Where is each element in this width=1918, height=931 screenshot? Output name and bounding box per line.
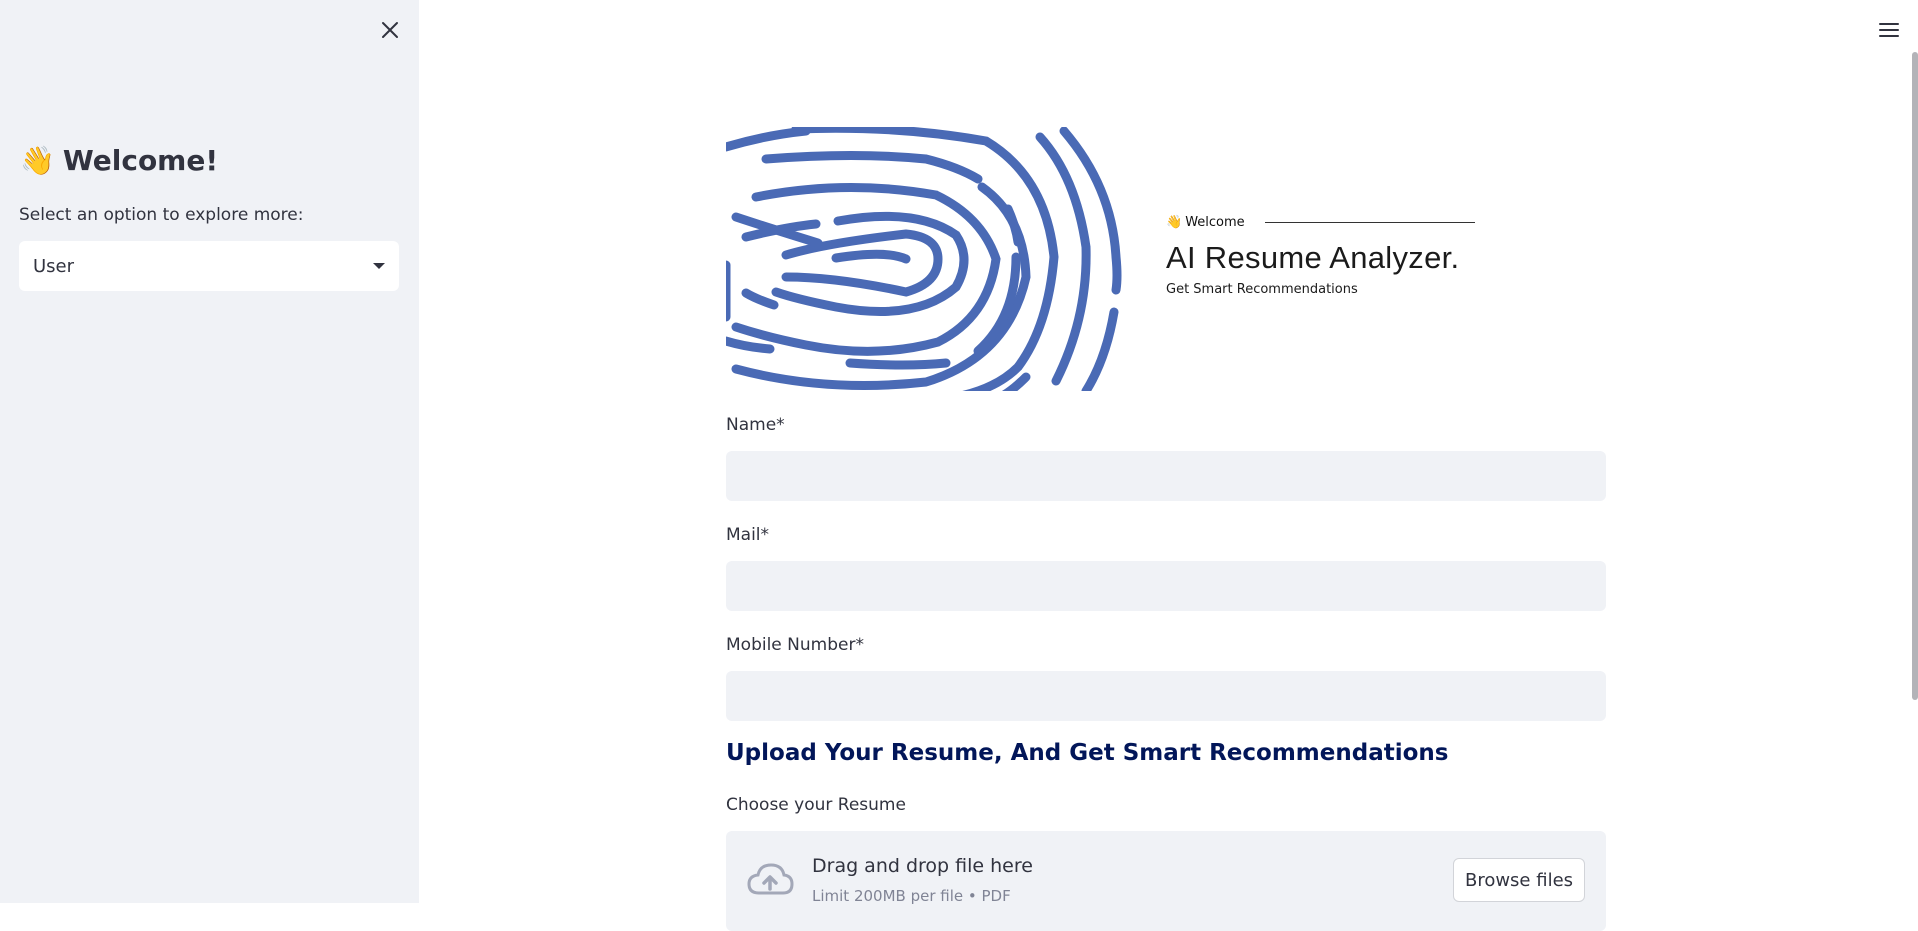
hamburger-icon-bar bbox=[1879, 29, 1899, 31]
fingerprint-icon bbox=[726, 127, 1122, 391]
waving-hand-icon: 👋 bbox=[1166, 215, 1183, 230]
mobile-number-input[interactable] bbox=[726, 671, 1606, 721]
banner-image: 👋 Welcome AI Resume Analyzer. Get Smart … bbox=[726, 127, 1606, 391]
file-dropzone[interactable]: Drag and drop file here Limit 200MB per … bbox=[726, 831, 1606, 931]
upload-heading: Upload Your Resume, And Get Smart Recomm… bbox=[726, 740, 1449, 766]
hamburger-icon-bar bbox=[1879, 35, 1899, 37]
close-sidebar-button[interactable] bbox=[376, 16, 404, 44]
cloud-upload-icon bbox=[747, 863, 794, 895]
sidebar: 👋 Welcome! Select an option to explore m… bbox=[0, 0, 419, 903]
mail-label: Mail* bbox=[726, 525, 770, 545]
scrollbar[interactable] bbox=[1912, 52, 1918, 700]
banner-subtitle: Get Smart Recommendations bbox=[1166, 282, 1358, 297]
option-select[interactable]: User bbox=[19, 241, 399, 291]
name-input[interactable] bbox=[726, 451, 1606, 501]
sidebar-title: 👋 Welcome! bbox=[20, 144, 218, 177]
option-select-value: User bbox=[33, 255, 75, 277]
banner-divider bbox=[1264, 222, 1475, 223]
close-icon bbox=[382, 22, 398, 38]
banner-welcome: 👋 Welcome bbox=[1166, 215, 1486, 230]
browse-files-button[interactable]: Browse files bbox=[1453, 858, 1585, 902]
sidebar-subtitle: Select an option to explore more: bbox=[19, 205, 304, 225]
banner-text: 👋 Welcome AI Resume Analyzer. Get Smart … bbox=[1166, 215, 1486, 297]
main-content: 👋 Welcome AI Resume Analyzer. Get Smart … bbox=[726, 0, 1606, 931]
banner-title: AI Resume Analyzer. bbox=[1166, 240, 1460, 275]
caret-down-icon bbox=[373, 263, 385, 269]
mobile-number-label: Mobile Number* bbox=[726, 635, 864, 655]
drop-text: Drag and drop file here bbox=[812, 855, 1033, 877]
sidebar-title-text: Welcome! bbox=[62, 144, 219, 177]
main-menu-button[interactable] bbox=[1874, 16, 1904, 44]
resume-label: Choose your Resume bbox=[726, 795, 906, 815]
hamburger-icon-bar bbox=[1879, 23, 1899, 25]
waving-hand-icon: 👋 bbox=[20, 144, 55, 177]
banner-welcome-text: Welcome bbox=[1185, 215, 1245, 230]
file-limit-text: Limit 200MB per file • PDF bbox=[812, 887, 1011, 905]
mail-input[interactable] bbox=[726, 561, 1606, 611]
name-label: Name* bbox=[726, 415, 785, 435]
